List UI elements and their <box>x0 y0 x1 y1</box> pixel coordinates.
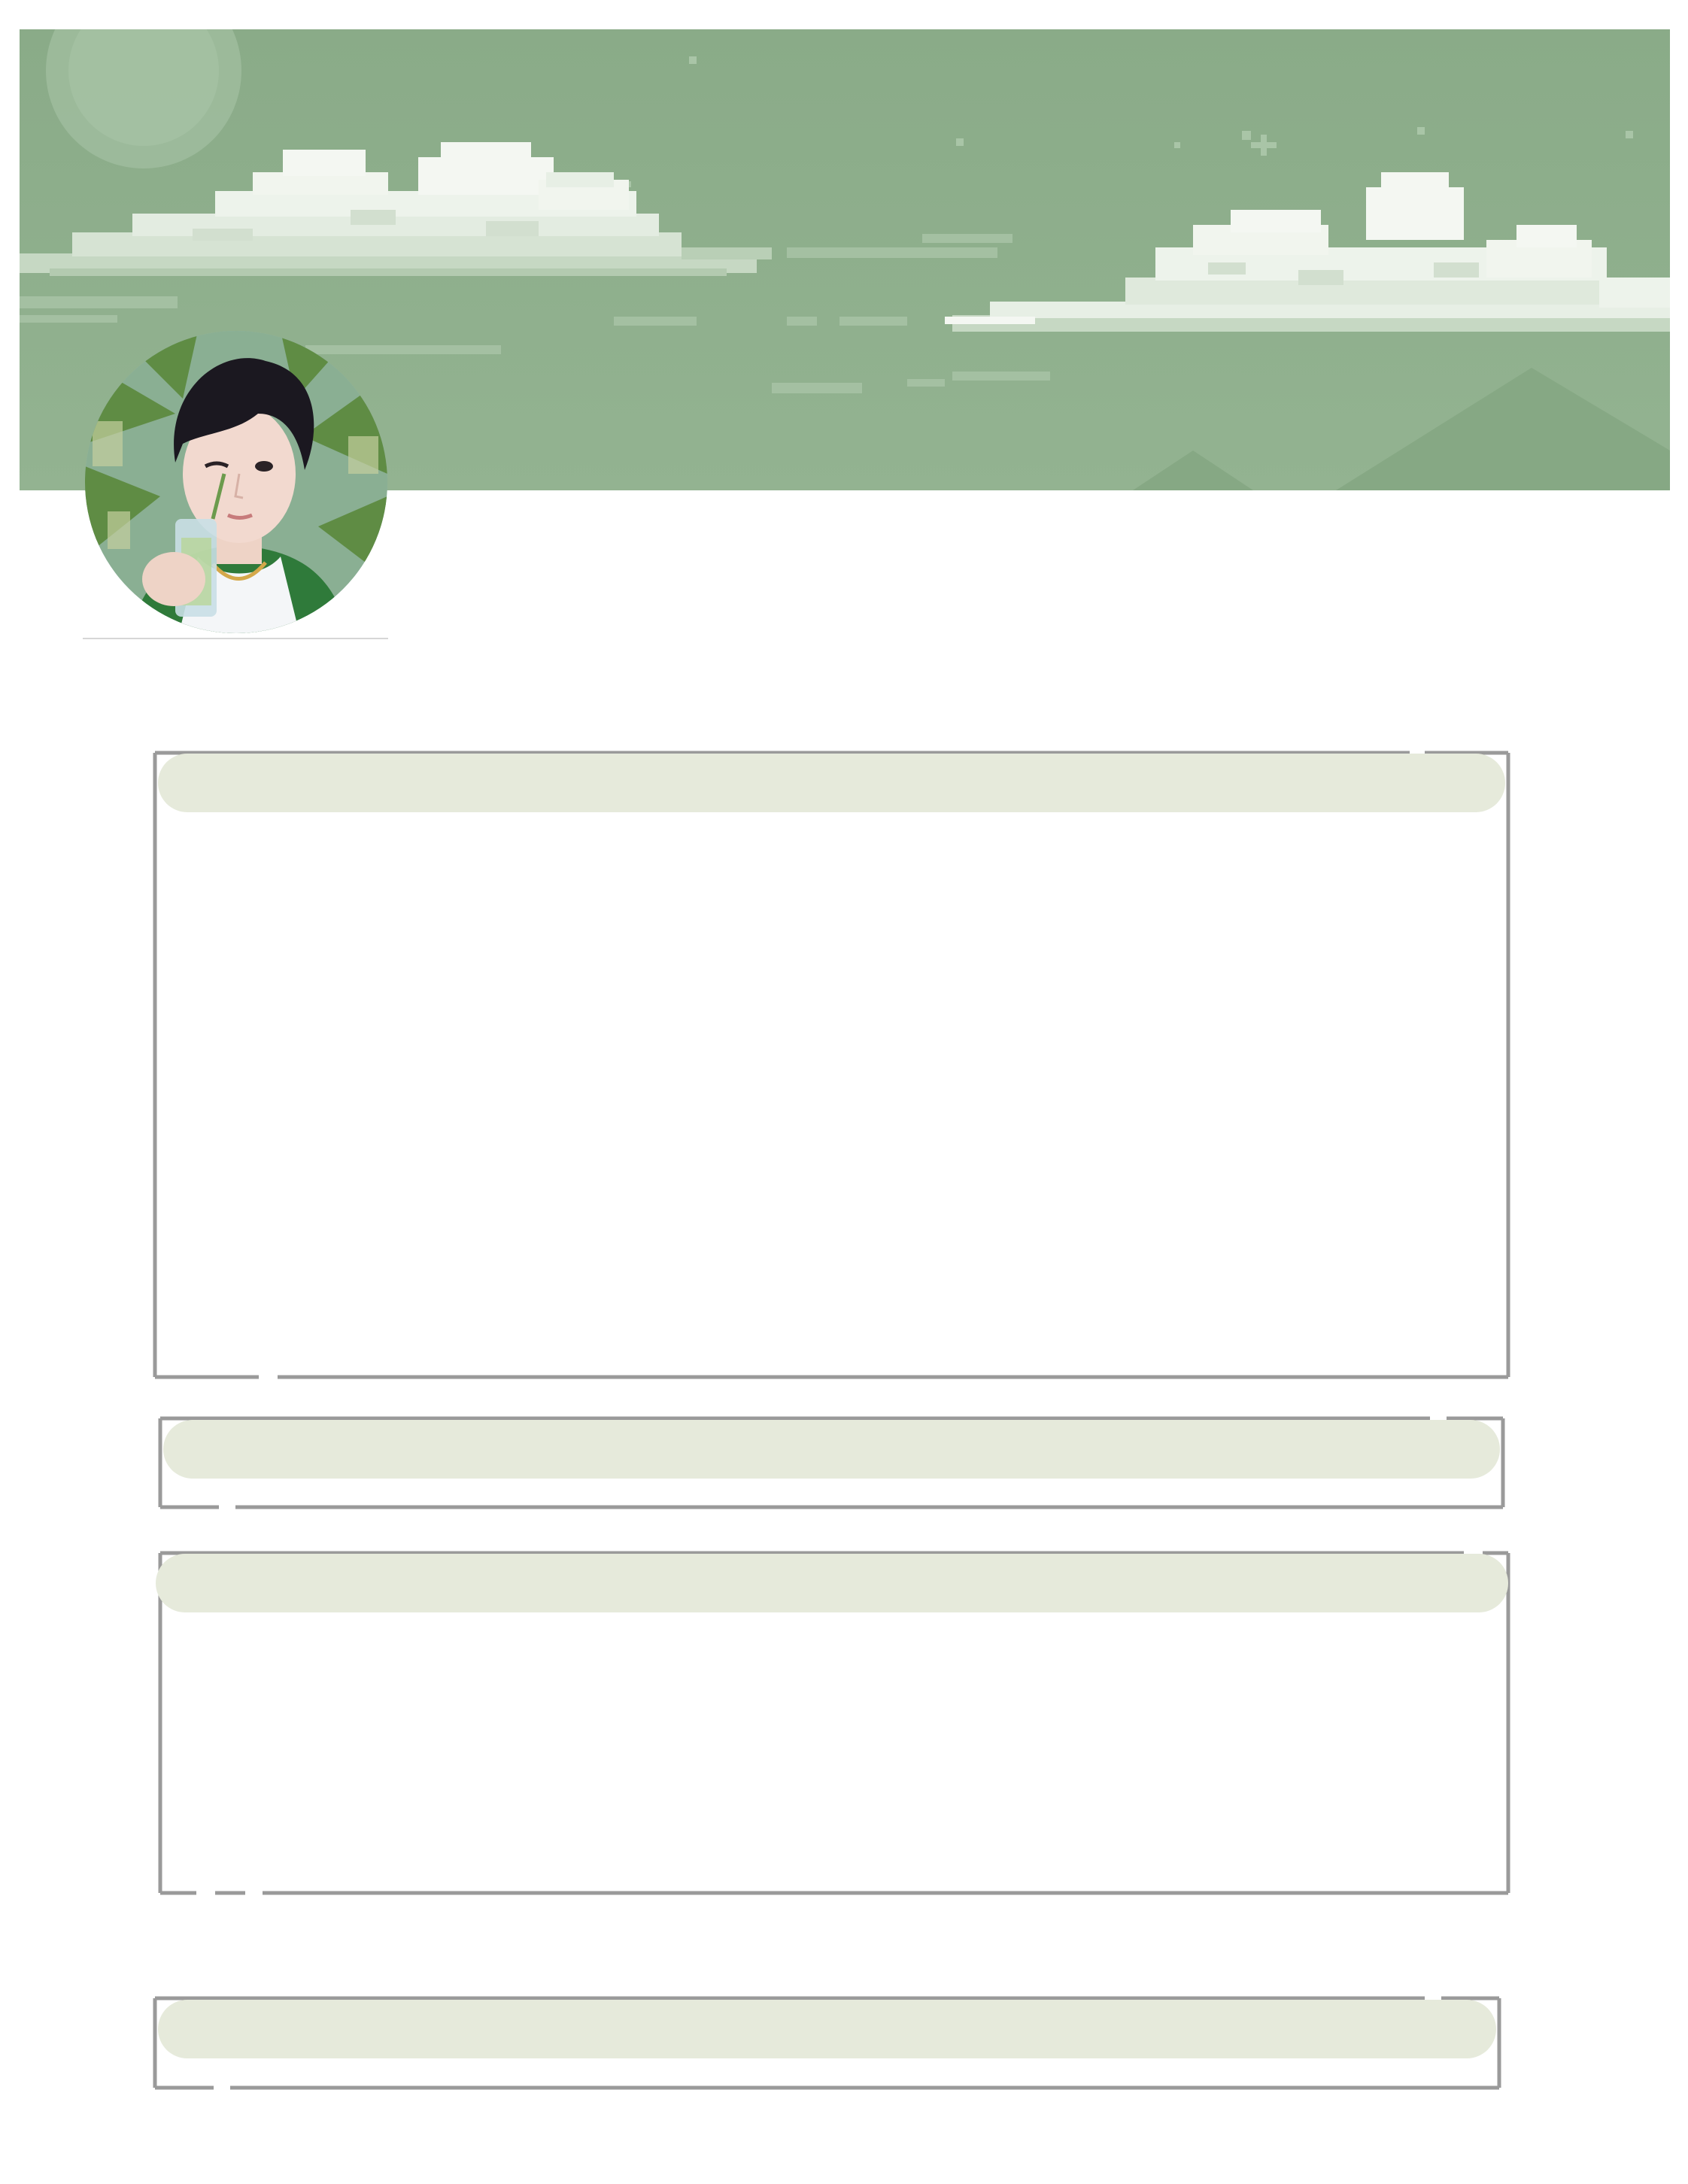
content-section <box>153 1996 1501 2090</box>
section-header <box>158 754 1505 812</box>
section-header <box>156 1554 1508 1612</box>
avatar-divider <box>83 638 388 639</box>
section-header <box>163 1420 1500 1479</box>
avatar-photo <box>85 331 387 633</box>
profile-avatar[interactable] <box>85 331 387 633</box>
content-section <box>156 1551 1510 1895</box>
section-frame <box>153 751 1510 1379</box>
section-header <box>158 2000 1496 2058</box>
content-section <box>153 751 1510 1379</box>
content-section <box>158 1416 1505 1509</box>
